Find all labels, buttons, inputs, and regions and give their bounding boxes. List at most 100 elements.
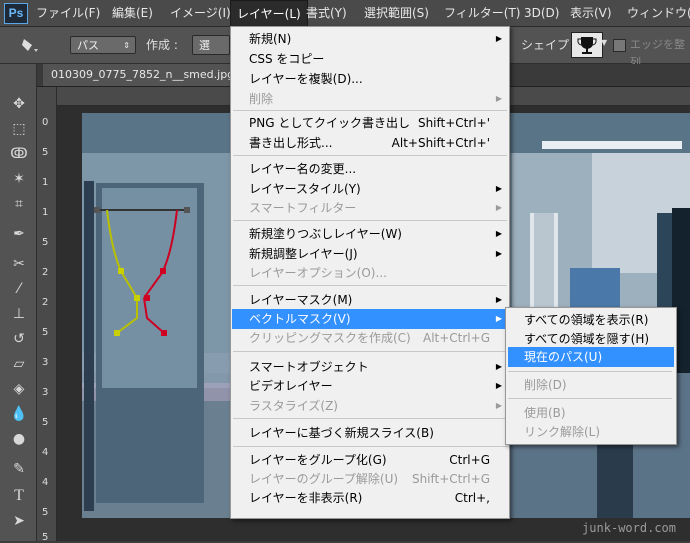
menu-separator [233, 418, 507, 419]
tool-mode-value: パス [77, 39, 99, 52]
menu-item-label: レイヤースタイル(Y) [249, 182, 361, 196]
menu-item-new[interactable]: 新規(N) ▶ [232, 29, 508, 49]
submenu-item-delete: 削除(D) [508, 375, 674, 395]
menu-item-label: 新規(N) [249, 32, 292, 46]
chevron-down-icon[interactable]: ▼ [601, 38, 607, 47]
menu-item-layer-mask[interactable]: レイヤーマスク(M) ▶ [232, 290, 508, 310]
ruler-label: 1 [42, 177, 49, 188]
ruler-label: 5 [42, 507, 49, 518]
menu-item-label: レイヤーに基づく新規スライス(B) [249, 426, 434, 440]
menu-item-label: レイヤーオプション(O)... [249, 266, 387, 280]
move-tool-icon[interactable]: ✥ [9, 94, 29, 114]
toolbox: ✥ ⬚ ↂ ✶ ⌗ ✒ ✂ ⁄ ⊥ ↺ ▱ ◈ 💧 ● ✎ T ➤ [0, 64, 37, 541]
pen-tool-icon[interactable]: ✎ [9, 459, 29, 479]
menu-item-shortcut: Ctrl+G [449, 453, 490, 467]
menu-item-layer-style[interactable]: レイヤースタイル(Y) ▶ [232, 179, 508, 199]
submenu-arrow-icon: ▶ [495, 249, 502, 258]
submenu-item-hide-all[interactable]: すべての領域を隠す(H) [508, 329, 674, 349]
ruler-label: 0 [42, 117, 49, 128]
dodge-tool-icon[interactable]: ● [9, 429, 29, 449]
submenu-arrow-icon: ▶ [495, 381, 502, 390]
type-tool-icon[interactable]: T [9, 486, 29, 506]
menu-item-label: 削除 [249, 92, 274, 106]
menu-file[interactable]: ファイル(F) [36, 0, 100, 26]
ruler-label: 5 [42, 327, 49, 338]
photoshop-logo: Ps [4, 3, 28, 24]
menu-3d[interactable]: 3D(D) [524, 0, 559, 26]
menu-edit[interactable]: 編集(E) [112, 0, 153, 26]
menu-type[interactable]: 書式(Y) [306, 0, 347, 26]
menu-item-label: レイヤー名の変更... [249, 162, 357, 176]
eraser-tool-icon[interactable]: ▱ [9, 354, 29, 374]
menu-item-label: 使用(B) [524, 406, 566, 420]
submenu-arrow-icon: ▶ [495, 94, 502, 103]
create-label: 作成 : [146, 38, 178, 52]
menu-separator [233, 110, 507, 111]
menu-item-label: レイヤーのグループ解除(U) [249, 472, 399, 486]
shape-picker[interactable] [571, 32, 603, 58]
vector-mask-submenu: すべての領域を表示(R) すべての領域を隠す(H) 現在のパス(U) 削除(D)… [505, 307, 677, 445]
select-button[interactable]: 選択... [192, 35, 230, 55]
menu-item-duplicate-layer[interactable]: レイヤーを複製(D)... [232, 69, 508, 89]
menu-item-delete: 削除 ▶ [232, 89, 508, 109]
history-brush-tool-icon[interactable]: ↺ [9, 329, 29, 349]
menu-item-shortcut: Shift+Ctrl+G [411, 472, 490, 486]
brush-tool-icon[interactable]: ⁄ [9, 279, 29, 299]
gradient-tool-icon[interactable]: ◈ [9, 379, 29, 399]
align-edges-checkbox[interactable] [613, 39, 626, 52]
menu-view[interactable]: 表示(V) [570, 0, 612, 26]
menu-item-label: ラスタライズ(Z) [249, 399, 338, 413]
menu-item-label: 現在のパス(U) [524, 350, 603, 364]
marquee-tool-icon[interactable]: ⬚ [9, 119, 29, 139]
menubar: Ps ファイル(F) 編集(E) イメージ(I) レイヤー(L) 書式(Y) 選… [0, 0, 690, 27]
menu-filter[interactable]: フィルター(T) [444, 0, 520, 26]
document-tab[interactable]: 010309_0775_7852_n__smed.jpg [43, 64, 243, 86]
menu-image[interactable]: イメージ(I) [170, 0, 231, 26]
menu-item-vector-mask[interactable]: ベクトルマスク(V) ▶ [232, 309, 508, 329]
tool-mode-select[interactable]: パス ⇕ [70, 36, 136, 54]
healing-brush-tool-icon[interactable]: ✂ [9, 254, 29, 274]
shape-label: シェイプ : [521, 38, 577, 52]
eyedropper-tool-icon[interactable]: ✒ [9, 224, 29, 244]
menu-item-new-fill-layer[interactable]: 新規塗りつぶしレイヤー(W) ▶ [232, 224, 508, 244]
menu-item-new-adjustment-layer[interactable]: 新規調整レイヤー(J) ▶ [232, 244, 508, 264]
ruler-label: 3 [42, 387, 49, 398]
ruler-label: 5 [42, 417, 49, 428]
magic-wand-tool-icon[interactable]: ✶ [9, 169, 29, 189]
menu-item-rename-layer[interactable]: レイヤー名の変更... [232, 159, 508, 179]
lasso-tool-icon[interactable]: ↂ [9, 144, 29, 164]
menu-item-label: CSS をコピー [249, 52, 325, 66]
menu-item-copy-css[interactable]: CSS をコピー [232, 49, 508, 69]
watermark: junk-word.com [582, 521, 676, 535]
menu-item-new-layer-based-slice[interactable]: レイヤーに基づく新規スライス(B) [232, 423, 508, 443]
menu-item-quick-export-png[interactable]: PNG としてクイック書き出し Shift+Ctrl+' [232, 113, 508, 133]
menu-item-shortcut: Shift+Ctrl+' [417, 116, 490, 130]
ruler-label: 5 [42, 532, 49, 543]
menu-item-rasterize: ラスタライズ(Z) ▶ [232, 396, 508, 416]
submenu-item-current-path[interactable]: 現在のパス(U) [508, 347, 674, 367]
menu-item-group-layers[interactable]: レイヤーをグループ化(G) Ctrl+G [232, 450, 508, 470]
ruler-label: 2 [42, 267, 49, 278]
menu-item-layer-options: レイヤーオプション(O)... [232, 263, 508, 283]
blur-tool-icon[interactable]: 💧 [9, 404, 29, 424]
ruler-label: 1 [42, 207, 49, 218]
menu-item-label: PNG としてクイック書き出し [249, 116, 410, 130]
menu-item-label: レイヤーマスク(M) [249, 293, 353, 307]
menu-select[interactable]: 選択範囲(S) [364, 0, 429, 26]
menu-window[interactable]: ウィンドウ(W) [627, 0, 690, 26]
menu-item-shortcut: Ctrl+, [454, 491, 490, 505]
clone-stamp-tool-icon[interactable]: ⊥ [9, 304, 29, 324]
menu-item-hide-layers[interactable]: レイヤーを非表示(R) Ctrl+, [232, 488, 508, 508]
tool-preset-picker[interactable] [18, 35, 44, 55]
menu-item-label: 削除(D) [524, 378, 567, 392]
menu-item-label: クリッピングマスクを作成(C) [249, 331, 411, 345]
menu-item-video-layer[interactable]: ビデオレイヤー ▶ [232, 376, 508, 396]
crop-tool-icon[interactable]: ⌗ [9, 194, 29, 214]
menu-item-smart-object[interactable]: スマートオブジェクト ▶ [232, 357, 508, 377]
path-selection-tool-icon[interactable]: ➤ [9, 511, 29, 531]
menu-layer[interactable]: レイヤー(L) [230, 0, 308, 26]
menu-separator [233, 220, 507, 221]
submenu-item-reveal-all[interactable]: すべての領域を表示(R) [508, 310, 674, 330]
menu-item-export-as[interactable]: 書き出し形式... Alt+Shift+Ctrl+' [232, 133, 508, 153]
menu-item-label: レイヤーをグループ化(G) [249, 453, 387, 467]
